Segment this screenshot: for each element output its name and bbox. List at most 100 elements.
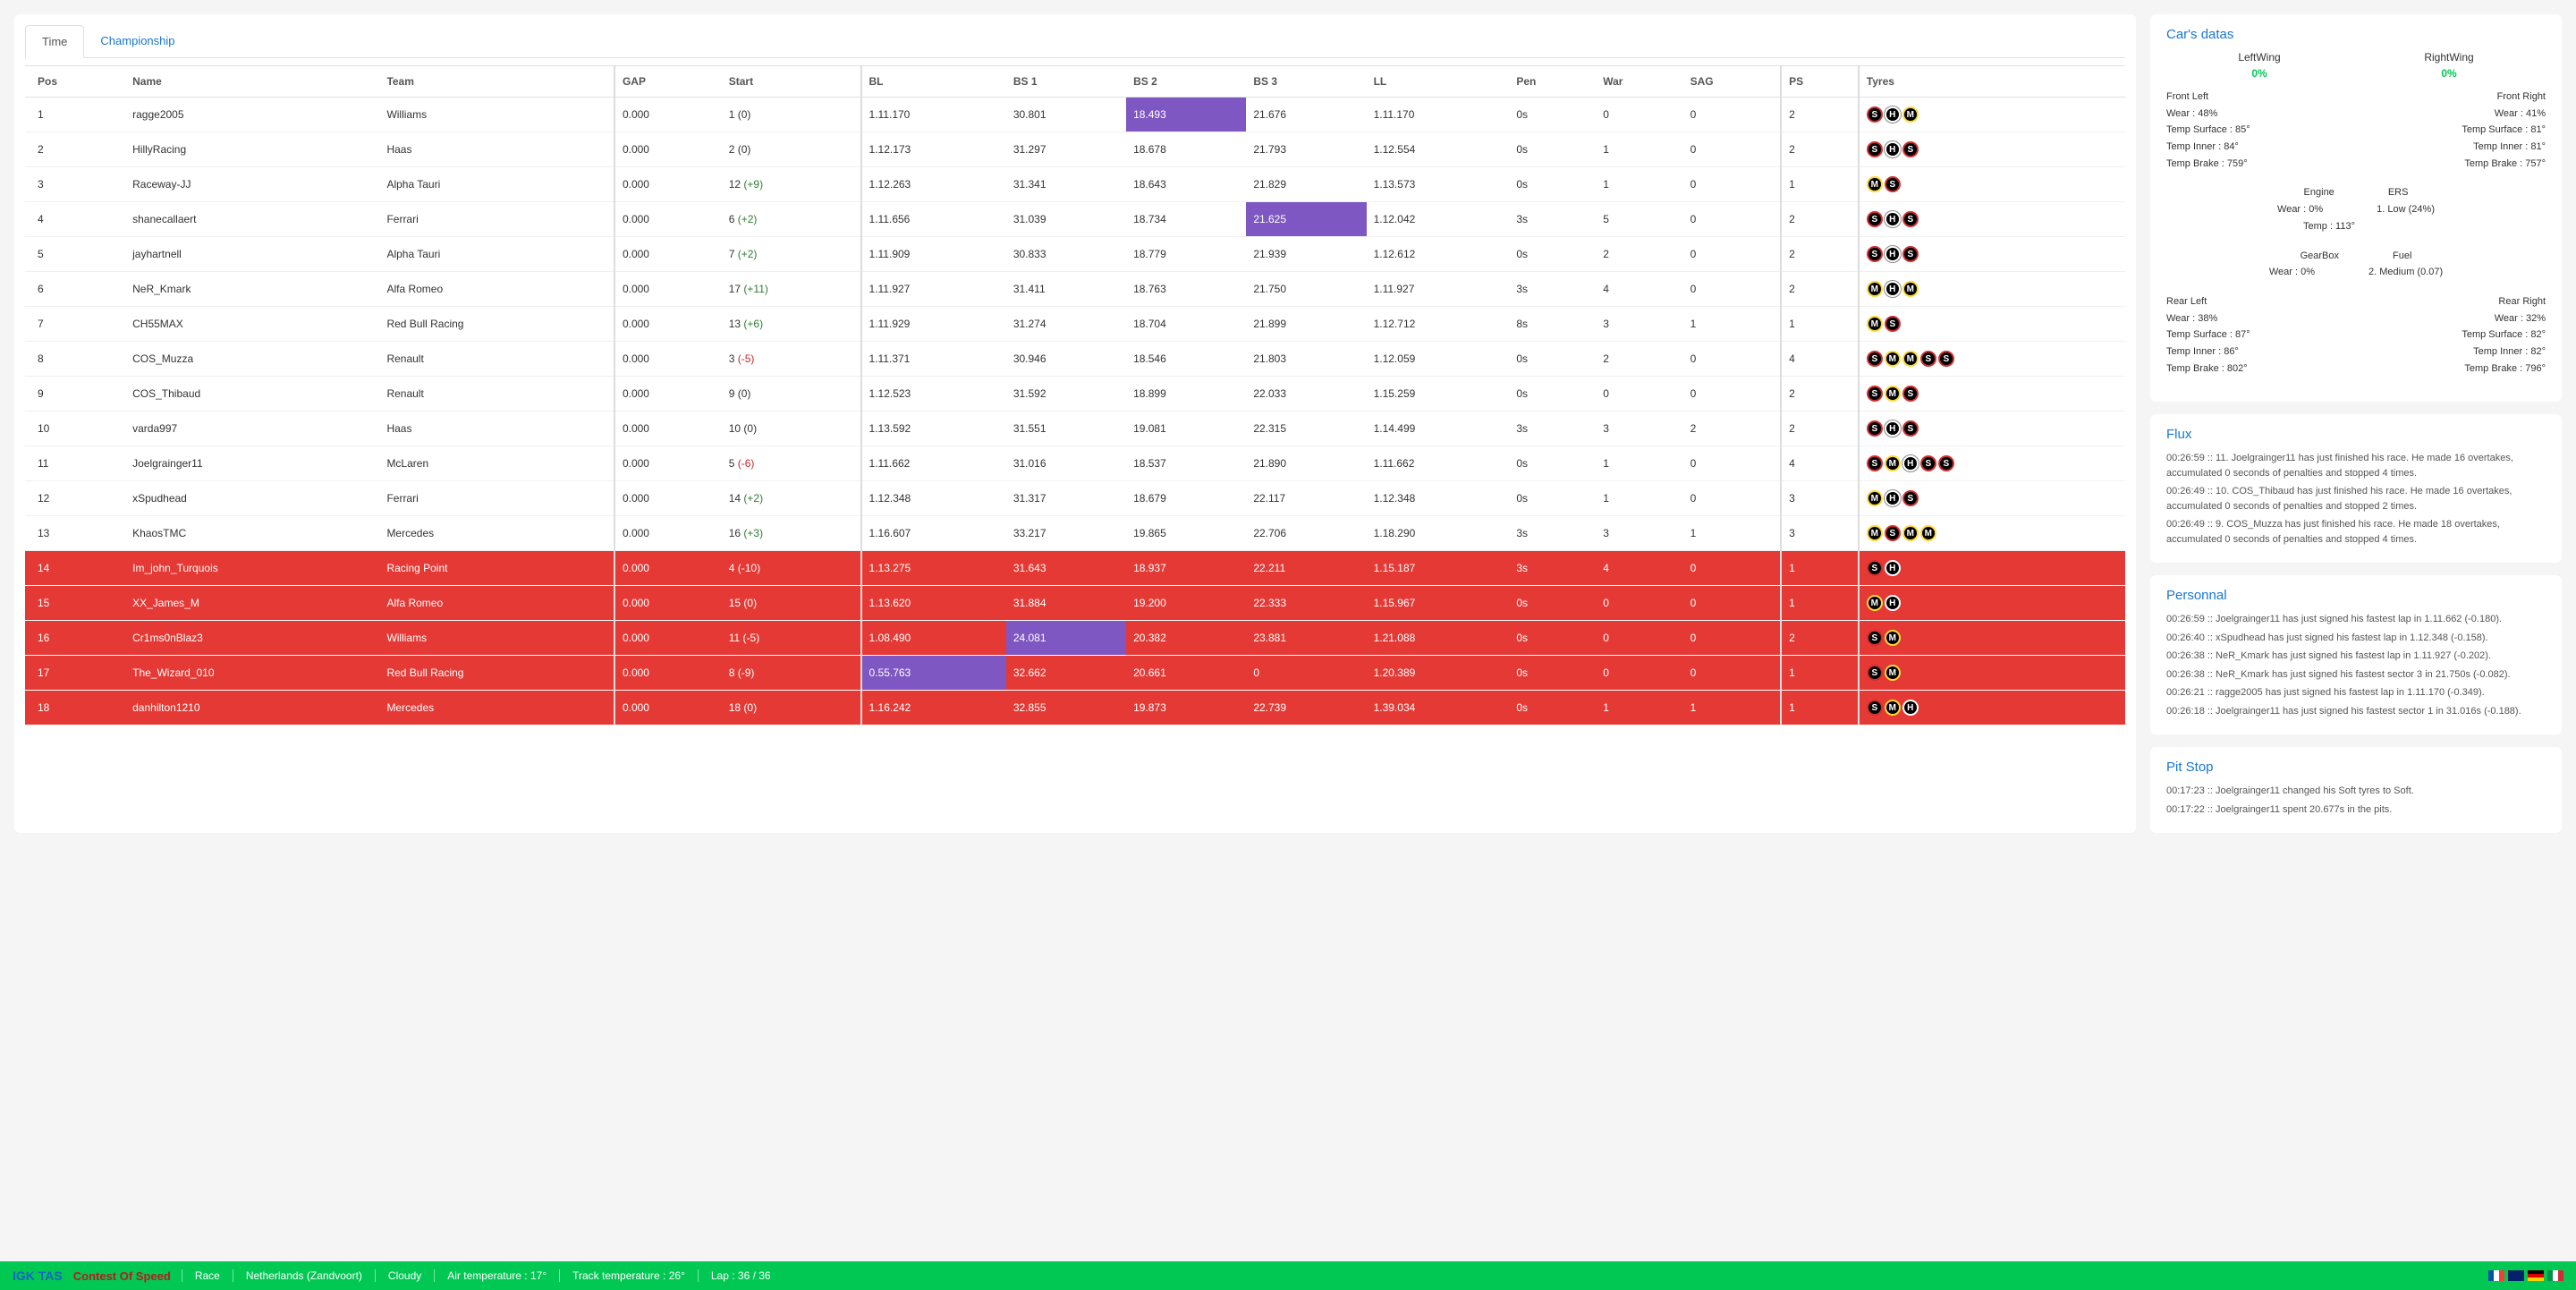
cell-bl: 1.13.620 <box>861 586 1006 621</box>
flag-de[interactable] <box>2528 1270 2544 1281</box>
brand-cos: Contest Of Speed <box>73 1269 171 1283</box>
cell-pos: 10 <box>25 412 125 446</box>
cell-gap: 0.000 <box>614 412 722 446</box>
tyre-m-icon: M <box>1885 665 1901 681</box>
cell-bs1: 32.662 <box>1006 656 1126 691</box>
table-row[interactable]: 11Joelgrainger11McLaren0.0005 (-6)1.11.6… <box>25 446 2125 481</box>
cell-tyres: MHM <box>1859 272 2125 307</box>
flag-uk[interactable] <box>2508 1270 2524 1281</box>
cell-bs1: 30.801 <box>1006 98 1126 132</box>
table-row[interactable]: 12xSpudheadFerrari0.00014 (+2)1.12.34831… <box>25 481 2125 516</box>
cell-pen: 0s <box>1509 342 1596 377</box>
tab-time[interactable]: Time <box>25 25 84 58</box>
table-row[interactable]: 8COS_MuzzaRenault0.0003 (-5)1.11.37130.9… <box>25 342 2125 377</box>
tyre-s-icon: S <box>1867 560 1883 576</box>
cell-sag: 0 <box>1683 132 1782 167</box>
table-row[interactable]: 1ragge2005Williams0.0001 (0)1.11.17030.8… <box>25 98 2125 132</box>
table-row[interactable]: 18danhilton1210Mercedes0.00018 (0)1.16.2… <box>25 691 2125 726</box>
cell-name: danhilton1210 <box>125 691 379 726</box>
cell-bl: 1.11.909 <box>861 237 1006 272</box>
cell-bl: 1.11.662 <box>861 446 1006 481</box>
cell-gap: 0.000 <box>614 516 722 551</box>
cell-start: 6 (+2) <box>722 202 861 237</box>
cell-gap: 0.000 <box>614 377 722 412</box>
cell-sag: 0 <box>1683 551 1782 586</box>
cell-war: 1 <box>1596 691 1682 726</box>
cell-sag: 0 <box>1683 481 1782 516</box>
tyre-s-icon: S <box>1902 246 1919 262</box>
table-row[interactable]: 5jayhartnellAlpha Tauri0.0007 (+2)1.11.9… <box>25 237 2125 272</box>
tyre-h-icon: H <box>1885 246 1901 262</box>
flag-it[interactable] <box>2547 1270 2563 1281</box>
table-row[interactable]: 7CH55MAXRed Bull Racing0.00013 (+6)1.11.… <box>25 307 2125 342</box>
pitstop-title: Pit Stop <box>2166 760 2546 775</box>
cell-bs3: 22.117 <box>1246 481 1366 516</box>
footer-chip: Air temperature : 17° <box>434 1269 559 1282</box>
cell-ll: 1.12.554 <box>1367 132 1510 167</box>
tyre-s-icon: S <box>1867 106 1883 123</box>
cell-war: 1 <box>1596 167 1682 202</box>
tyre-s-icon: S <box>1867 630 1883 646</box>
cell-war: 0 <box>1596 377 1682 412</box>
table-row[interactable]: 3Raceway-JJAlpha Tauri0.00012 (+9)1.12.2… <box>25 167 2125 202</box>
tyre-s-icon: S <box>1885 176 1901 192</box>
table-row[interactable]: 6NeR_KmarkAlfa Romeo0.00017 (+11)1.11.92… <box>25 272 2125 307</box>
cell-bs3: 22.706 <box>1246 516 1366 551</box>
cell-ps: 2 <box>1781 202 1859 237</box>
table-row[interactable]: 10varda997Haas0.00010 (0)1.13.59231.5511… <box>25 412 2125 446</box>
cell-name: NeR_Kmark <box>125 272 379 307</box>
cell-tyres: SMH <box>1859 691 2125 726</box>
cell-start: 1 (0) <box>722 98 861 132</box>
front-left: Front LeftWear : 48%Temp Surface : 85°Te… <box>2166 89 2349 172</box>
rear-left: Rear LeftWear : 38%Temp Surface : 87°Tem… <box>2166 293 2349 377</box>
cell-gap: 0.000 <box>614 237 722 272</box>
tyre-m-icon: M <box>1885 455 1901 471</box>
table-row[interactable]: 2HillyRacingHaas0.0002 (0)1.12.17331.297… <box>25 132 2125 167</box>
flux-title: Flux <box>2166 427 2546 442</box>
cell-name: Cr1ms0nBlaz3 <box>125 621 379 656</box>
tyre-h-icon: H <box>1885 490 1901 506</box>
tyre-h-icon: H <box>1885 141 1901 157</box>
cell-name: KhaosTMC <box>125 516 379 551</box>
tyre-m-icon: M <box>1885 386 1901 402</box>
table-row[interactable]: 13KhaosTMCMercedes0.00016 (+3)1.16.60733… <box>25 516 2125 551</box>
cell-bl: 1.08.490 <box>861 621 1006 656</box>
cell-sag: 0 <box>1683 98 1782 132</box>
table-row[interactable]: 4shanecallaertFerrari0.0006 (+2)1.11.656… <box>25 202 2125 237</box>
cell-ll: 1.15.187 <box>1367 551 1510 586</box>
col-pos: Pos <box>25 66 125 98</box>
cell-ll: 1.15.967 <box>1367 586 1510 621</box>
table-row[interactable]: 16Cr1ms0nBlaz3Williams0.00011 (-5)1.08.4… <box>25 621 2125 656</box>
cell-pos: 5 <box>25 237 125 272</box>
cell-sag: 0 <box>1683 272 1782 307</box>
cell-tyres: SMMSS <box>1859 342 2125 377</box>
cell-ps: 1 <box>1781 586 1859 621</box>
log-item: 00:26:49 :: 9. COS_Muzza has just finish… <box>2166 517 2546 547</box>
table-row[interactable]: 15XX_James_MAlfa Romeo0.00015 (0)1.13.62… <box>25 586 2125 621</box>
cell-sag: 0 <box>1683 342 1782 377</box>
tyre-s-icon: S <box>1902 490 1919 506</box>
log-item: 00:17:23 :: Joelgrainger11 changed his S… <box>2166 784 2546 799</box>
cell-bs2: 19.081 <box>1126 412 1246 446</box>
cell-gap: 0.000 <box>614 272 722 307</box>
table-row[interactable]: 9COS_ThibaudRenault0.0009 (0)1.12.52331.… <box>25 377 2125 412</box>
cell-pen: 0s <box>1509 481 1596 516</box>
tyre-m-icon: M <box>1902 106 1919 123</box>
cell-team: Red Bull Racing <box>379 656 614 691</box>
tyre-s-icon: S <box>1938 455 1954 471</box>
cell-name: COS_Muzza <box>125 342 379 377</box>
table-row[interactable]: 14Im_john_TurquoisRacing Point0.0004 (-1… <box>25 551 2125 586</box>
tyre-s-icon: S <box>1867 211 1883 227</box>
cell-gap: 0.000 <box>614 132 722 167</box>
cell-ps: 2 <box>1781 98 1859 132</box>
cell-bl: 1.12.348 <box>861 481 1006 516</box>
tab-championship[interactable]: Championship <box>84 25 191 57</box>
cell-bs3: 22.315 <box>1246 412 1366 446</box>
flag-fr[interactable] <box>2488 1270 2504 1281</box>
cell-start: 7 (+2) <box>722 237 861 272</box>
table-row[interactable]: 17The_Wizard_010Red Bull Racing0.0008 (-… <box>25 656 2125 691</box>
rightwing-label: RightWing <box>2424 51 2473 64</box>
cell-gap: 0.000 <box>614 446 722 481</box>
cell-bs2: 18.704 <box>1126 307 1246 342</box>
footer-chip: Netherlands (Zandvoort) <box>233 1269 375 1282</box>
